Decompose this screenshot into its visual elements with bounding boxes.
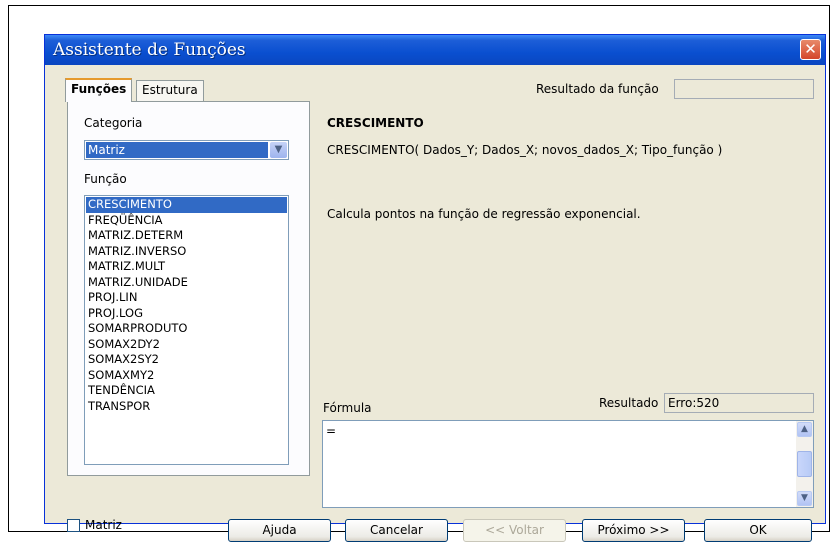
dialog-content: Funções Estrutura Categoria Matriz ▼ Fun…	[45, 65, 825, 542]
result-field: Erro:520	[664, 393, 814, 413]
close-button[interactable]: ✕	[800, 39, 821, 60]
list-item[interactable]: MATRIZ.UNIDADE	[86, 275, 287, 291]
list-item[interactable]: SOMAX2DY2	[86, 337, 287, 353]
formula-scrollbar[interactable]: ▲ ▼	[796, 421, 813, 507]
list-item[interactable]: TRANSPOR	[86, 399, 287, 415]
category-selected-value: Matriz	[86, 142, 268, 158]
category-select[interactable]: Matriz ▼	[84, 140, 289, 160]
list-item[interactable]: MATRIZ.DETERM	[86, 228, 287, 244]
function-label: Função	[84, 172, 127, 186]
title-bar: Assistente de Funções ✕	[45, 35, 825, 65]
functions-panel: Categoria Matriz ▼ Função CRESCIMENTO FRE…	[67, 101, 310, 476]
formula-editor[interactable]: = ▲ ▼	[322, 420, 814, 508]
function-syntax: CRESCIMENTO( Dados_Y; Dados_X; novos_dad…	[327, 143, 723, 157]
chevron-down-icon[interactable]: ▼	[270, 142, 287, 158]
back-button[interactable]: << Voltar	[463, 519, 566, 542]
list-item[interactable]: PROJ.LOG	[86, 306, 287, 322]
list-item[interactable]: FREQÜÊNCIA	[86, 213, 287, 229]
category-label: Categoria	[84, 116, 143, 130]
function-name-heading: CRESCIMENTO	[327, 116, 424, 130]
function-result-field	[674, 79, 814, 99]
window-title: Assistente de Funções	[53, 40, 246, 60]
formula-label: Fórmula	[323, 401, 372, 415]
list-item[interactable]: TENDÊNCIA	[86, 383, 287, 399]
close-icon: ✕	[804, 40, 817, 58]
help-button[interactable]: Ajuda	[228, 519, 331, 542]
list-item[interactable]: CRESCIMENTO	[86, 197, 287, 213]
page-frame: Assistente de Funções ✕ Funções Estrutur…	[8, 5, 830, 542]
list-item[interactable]: SOMARPRODUTO	[86, 321, 287, 337]
formula-text: =	[326, 424, 337, 438]
matrix-checkbox-label: Matriz	[85, 518, 122, 532]
scroll-up-icon[interactable]: ▲	[797, 422, 812, 437]
matrix-checkbox[interactable]	[67, 519, 80, 532]
list-item[interactable]: MATRIZ.MULT	[86, 259, 287, 275]
scroll-thumb[interactable]	[797, 451, 812, 477]
result-label: Resultado	[599, 396, 659, 410]
ok-button[interactable]: OK	[704, 519, 812, 542]
cancel-button[interactable]: Cancelar	[345, 519, 448, 542]
function-result-label: Resultado da função	[536, 82, 659, 96]
list-item[interactable]: PROJ.LIN	[86, 290, 287, 306]
tab-structure[interactable]: Estrutura	[136, 80, 204, 101]
list-item[interactable]: SOMAX2SY2	[86, 352, 287, 368]
function-description: Calcula pontos na função de regressão ex…	[327, 207, 641, 221]
next-button[interactable]: Próximo >>	[582, 519, 685, 542]
scroll-down-icon[interactable]: ▼	[797, 491, 812, 506]
list-item[interactable]: MATRIZ.INVERSO	[86, 244, 287, 260]
function-wizard-dialog: Assistente de Funções ✕ Funções Estrutur…	[44, 34, 826, 542]
function-list[interactable]: CRESCIMENTO FREQÜÊNCIA MATRIZ.DETERM MATRIZ…	[84, 195, 289, 465]
list-item[interactable]: SOMAXMY2	[86, 368, 287, 384]
tab-functions[interactable]: Funções	[65, 78, 133, 102]
